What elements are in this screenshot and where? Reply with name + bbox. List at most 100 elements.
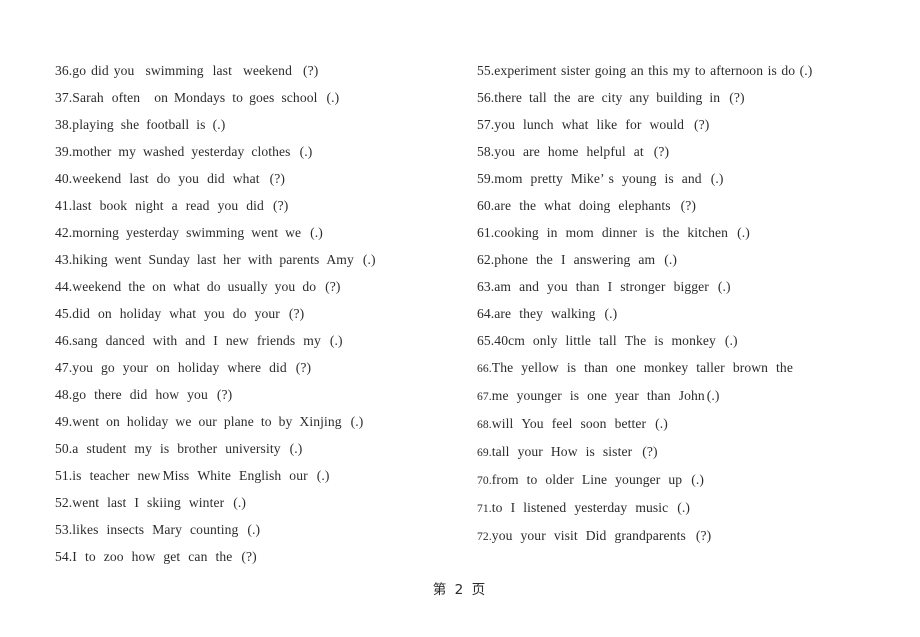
question-word: is xyxy=(159,441,170,456)
question-word: I xyxy=(72,549,77,564)
question-word: did xyxy=(129,387,148,402)
question-word: I xyxy=(213,333,218,348)
question-line: 63.am and you than Istronger bigger (.) xyxy=(477,273,870,300)
question-word: skiing xyxy=(147,495,181,510)
question-number: 46. xyxy=(55,333,73,348)
question-number: 54. xyxy=(55,549,73,564)
question-word: last xyxy=(196,252,217,267)
question-line: 48.go there did how you (?) xyxy=(55,381,461,408)
question-word: the xyxy=(128,279,146,294)
question-word: elephants xyxy=(618,198,671,213)
question-word: washed xyxy=(142,144,185,159)
question-number: 45. xyxy=(55,306,73,321)
question-word: you xyxy=(547,279,568,294)
question-word: soon xyxy=(580,416,607,431)
question-line: 39.mother my washed yesterday clothes (.) xyxy=(55,138,461,165)
question-word: you xyxy=(204,306,225,321)
question-word: tall xyxy=(528,90,547,105)
question-word: to xyxy=(491,500,503,515)
question-word: White xyxy=(197,468,232,483)
question-line: 40.weekend last do you did what (?) xyxy=(55,165,461,192)
question-word: The xyxy=(491,360,514,375)
question-line: 38.playing she football is (.) xyxy=(55,111,461,138)
question-word: brother xyxy=(177,441,218,456)
question-word: the xyxy=(215,549,233,564)
question-line: 65.40cm only little tall The is monkey (.) xyxy=(477,327,870,354)
question-line: 46.sang danced with and Inew friends my (.) xyxy=(55,327,461,354)
question-word: (?) xyxy=(272,198,289,213)
question-word: are xyxy=(577,90,595,105)
question-word: from xyxy=(491,472,519,487)
question-word: insects xyxy=(106,522,145,537)
question-word: they xyxy=(519,306,544,321)
question-word: little xyxy=(565,333,592,348)
question-number: 44. xyxy=(55,279,73,294)
question-word: (.) xyxy=(664,252,677,267)
question-line: 57.you lunch what like for would (?) xyxy=(477,111,870,138)
question-number: 71. xyxy=(477,502,492,515)
question-word: danced xyxy=(105,333,145,348)
question-number: 72. xyxy=(477,530,492,543)
question-word: mom xyxy=(565,225,594,240)
question-word: what xyxy=(544,198,571,213)
question-line: 69.tall your How is sister (?) xyxy=(477,438,870,466)
question-line: 62.phone the Ianswering am (.) xyxy=(477,246,870,273)
question-word: on xyxy=(156,360,170,375)
question-word: do xyxy=(232,306,247,321)
question-word: do xyxy=(156,171,171,186)
question-word: holiday xyxy=(177,360,220,375)
question-word: football xyxy=(146,117,190,132)
question-word: counting xyxy=(190,522,239,537)
question-word: music xyxy=(635,500,669,515)
question-word: on xyxy=(152,279,167,294)
question-line: 64.are they walking (.) xyxy=(477,300,870,327)
question-word: yesterday xyxy=(191,144,245,159)
question-number: 64. xyxy=(477,306,495,321)
question-word: younger xyxy=(615,472,661,487)
question-line: 50.a student my is brother university (.) xyxy=(55,435,461,462)
question-word: better xyxy=(614,416,647,431)
question-word: listened xyxy=(523,500,567,515)
question-word: did xyxy=(91,63,109,78)
question-word: are xyxy=(523,144,540,159)
question-word: (?) xyxy=(695,528,712,543)
question-number: 70. xyxy=(477,474,492,487)
question-number: 42. xyxy=(55,225,73,240)
question-word: by xyxy=(278,414,293,429)
question-word: bigger xyxy=(673,279,709,294)
question-word: to xyxy=(232,90,244,105)
question-word: I xyxy=(134,495,140,510)
question-word: yellow xyxy=(521,360,559,375)
question-word: John xyxy=(678,388,705,403)
question-word: (.) xyxy=(706,388,720,403)
question-line: 66.The yellow is than one monkey taller brown th… xyxy=(477,354,870,382)
question-word: up xyxy=(668,472,683,487)
question-word: plane xyxy=(223,414,254,429)
question-word: for xyxy=(625,117,642,132)
question-number: 41. xyxy=(55,198,73,213)
question-line: 67.me younger is one year than John (.) xyxy=(477,382,870,410)
question-word: me xyxy=(491,388,509,403)
question-line: 43.hiking went Sunday last her with parents Amy… xyxy=(55,246,461,273)
question-word: Line xyxy=(581,472,608,487)
question-word: is xyxy=(566,360,577,375)
question-word: I xyxy=(560,252,566,267)
question-word: (?) xyxy=(653,144,670,159)
question-word: did xyxy=(207,171,225,186)
question-word: cooking xyxy=(494,225,539,240)
question-word: (?) xyxy=(693,117,710,132)
question-word: a xyxy=(171,198,178,213)
question-number: 50. xyxy=(55,441,73,456)
question-word: the xyxy=(519,198,537,213)
question-word: our xyxy=(289,468,308,483)
question-word: (.) xyxy=(362,252,376,267)
question-word: Did xyxy=(585,528,607,543)
question-word: there xyxy=(494,90,522,105)
question-word: feel xyxy=(551,416,573,431)
question-line: 47.you go your on holiday where did (?) xyxy=(55,354,461,381)
question-word: school xyxy=(281,90,318,105)
question-word: go xyxy=(72,63,87,78)
question-number: 67. xyxy=(477,390,492,403)
question-number: 55. xyxy=(477,63,495,78)
question-word: the xyxy=(776,360,793,375)
